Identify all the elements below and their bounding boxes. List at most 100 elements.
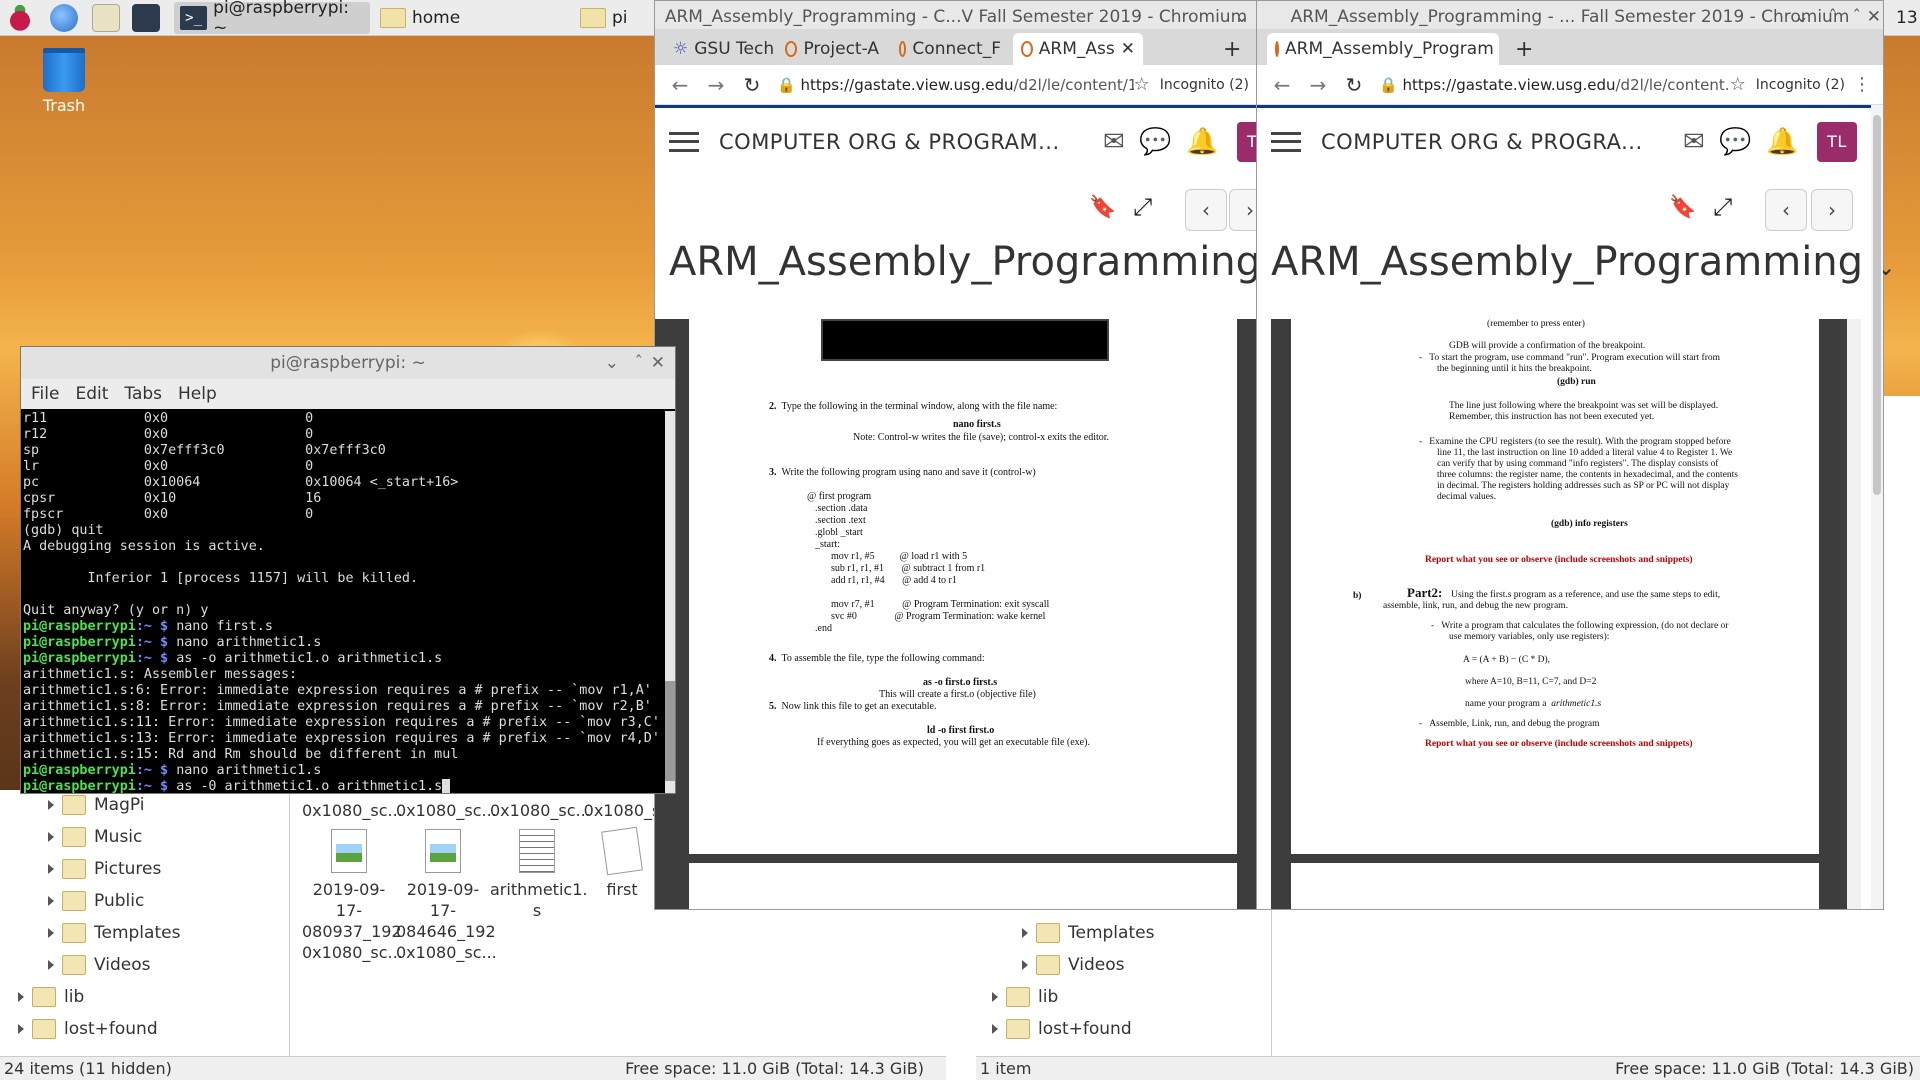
- tab-gsu-tech[interactable]: ☼ GSU Tech: [665, 33, 773, 65]
- tree-item-templates[interactable]: Templates: [1022, 918, 1154, 948]
- tree-item-templates[interactable]: Templates: [48, 918, 180, 948]
- terminal-line: Inferior 1 [process 1157] will be killed…: [23, 571, 419, 586]
- file-item-arithmetic1[interactable]: 0x1080_sc... arithmetic1. s: [490, 800, 591, 921]
- incognito-indicator[interactable]: Incognito (2): [1160, 77, 1249, 93]
- web-browser-icon[interactable]: [50, 4, 78, 32]
- bell-icon[interactable]: 🔔: [1766, 127, 1799, 157]
- star-icon[interactable]: ☆: [1730, 74, 1746, 95]
- terminal-scrollbar[interactable]: [665, 411, 675, 793]
- free-space: Free space: 11.0 GiB (Total: 14.3 GiB): [1615, 1059, 1914, 1078]
- document-title[interactable]: ARM_Assembly_Programming ⌄: [669, 239, 1294, 285]
- forward-arrow-icon[interactable]: →: [705, 73, 727, 97]
- maximize-icon[interactable]: ˆ: [1853, 7, 1862, 27]
- folder-icon: [32, 987, 56, 1007]
- previous-topic-button[interactable]: ‹: [1765, 189, 1807, 231]
- new-tab-button[interactable]: +: [1215, 33, 1251, 65]
- avatar[interactable]: TL: [1817, 121, 1857, 162]
- course-title[interactable]: COMPUTER ORG & PROGRA...: [1321, 130, 1669, 154]
- tab-connect[interactable]: Connect_F: [891, 33, 1009, 65]
- tree-item-videos[interactable]: Videos: [1022, 950, 1125, 980]
- url-field[interactable]: 🔒 https://gastate.view.usg.edu/d2l/le/co…: [777, 76, 1134, 94]
- free-space: Free space: 11.0 GiB (Total: 14.3 GiB): [625, 1059, 924, 1078]
- bookmark-icon[interactable]: 🔖: [1669, 195, 1696, 220]
- menu-help[interactable]: Help: [178, 384, 217, 404]
- hamburger-menu-icon[interactable]: [1271, 131, 1301, 152]
- fullscreen-icon[interactable]: ⤢: [1713, 193, 1732, 221]
- bell-icon[interactable]: 🔔: [1186, 127, 1219, 157]
- tree-item-music[interactable]: Music: [48, 822, 142, 852]
- pdf-scrollbar[interactable]: [1847, 319, 1861, 909]
- chevron-down-icon[interactable]: ⌄: [1795, 7, 1809, 27]
- clock[interactable]: 13: [1896, 2, 1920, 34]
- tree-item-lib[interactable]: lib: [992, 982, 1058, 1012]
- tab-strip: ARM_Assembly_Program✕ +: [1257, 29, 1883, 65]
- menu-file[interactable]: File: [31, 384, 59, 404]
- previous-topic-button[interactable]: ‹: [1185, 189, 1227, 231]
- file-item[interactable]: 0x1080_sc... 2019-09-17- 084646_192 0x1080…: [396, 800, 497, 963]
- tree-item-pictures[interactable]: Pictures: [48, 854, 161, 884]
- page-scrollbar[interactable]: [1871, 105, 1883, 909]
- fm-left-tree: MagPi Music Pictures Public Templates Vi…: [0, 790, 290, 1056]
- terminal-output[interactable]: r11 0x0 0 r12 0x0 0 sp 0x7efff3c0 0x7efff3…: [23, 411, 663, 793]
- pictures-folder-icon: [62, 859, 86, 879]
- bookmark-icon[interactable]: 🔖: [1089, 195, 1116, 220]
- new-tab-button[interactable]: +: [1507, 33, 1543, 65]
- pdf-viewer[interactable]: (remember to press enter) GDB will provi…: [1271, 319, 1861, 909]
- back-arrow-icon[interactable]: ←: [1271, 73, 1293, 97]
- fm-right-statusbar: 1 item Free space: 11.0 GiB (Total: 14.3…: [976, 1056, 1920, 1080]
- document-title[interactable]: ARM_Assembly_Programming ⌄: [1271, 239, 1896, 285]
- mail-icon[interactable]: ✉: [1103, 127, 1125, 157]
- incognito-indicator[interactable]: Incognito (2): [1756, 77, 1845, 93]
- task-home[interactable]: home: [374, 2, 572, 34]
- close-window-icon[interactable]: ✕: [1867, 7, 1881, 27]
- pdf-viewer[interactable]: 2. Type the following in the terminal wi…: [655, 319, 1259, 909]
- task-pi[interactable]: pi: [574, 2, 654, 34]
- hamburger-menu-icon[interactable]: [669, 131, 699, 152]
- maximize-icon[interactable]: ˆ: [635, 353, 644, 373]
- file-item-first[interactable]: 0x1080_s first: [582, 800, 662, 900]
- terminal-window[interactable]: pi@raspberrypi: ~ ⌄ ˆ ✕ File Edit Tabs H…: [20, 346, 676, 794]
- fullscreen-icon[interactable]: ⤢: [1133, 193, 1152, 221]
- chevron-down-icon[interactable]: ⌄: [605, 353, 619, 373]
- trash-desktop-item[interactable]: Trash: [34, 48, 94, 115]
- course-title[interactable]: COMPUTER ORG & PROGRAM...: [719, 130, 1089, 154]
- menu-edit[interactable]: Edit: [75, 384, 108, 404]
- star-icon[interactable]: ☆: [1134, 74, 1150, 95]
- raspberry-menu-icon[interactable]: [6, 4, 34, 32]
- back-arrow-icon[interactable]: ←: [669, 73, 691, 97]
- chat-icon[interactable]: 💬: [1719, 127, 1752, 157]
- file-manager-launcher-icon[interactable]: [92, 4, 120, 32]
- mail-icon[interactable]: ✉: [1683, 127, 1705, 157]
- pdf-next-page: [1291, 863, 1819, 909]
- kebab-menu-icon[interactable]: ⋮: [1853, 74, 1871, 95]
- music-folder-icon: [62, 827, 86, 847]
- tab-arm-assembly[interactable]: ARM_Assembly_Program✕: [1267, 33, 1499, 65]
- tree-item-lost-found[interactable]: lost+found: [992, 1014, 1132, 1044]
- reload-icon[interactable]: ↻: [741, 73, 763, 97]
- scrollbar-thumb: [1873, 115, 1881, 495]
- terminal-cursor: [442, 779, 451, 793]
- terminal-line: r11 0x0 0: [23, 411, 314, 426]
- reload-icon[interactable]: ↻: [1343, 73, 1365, 97]
- terminal-line: Quit anyway? (y or n) y: [23, 603, 209, 618]
- file-item[interactable]: 0x1080_sc... 2019-09-17- 080937_192 0x1080…: [302, 800, 403, 963]
- next-topic-button[interactable]: ›: [1811, 189, 1853, 231]
- tree-item-videos[interactable]: Videos: [48, 950, 151, 980]
- url-field[interactable]: 🔒 https://gastate.view.usg.edu/d2l/le/co…: [1379, 76, 1730, 94]
- tree-item-public[interactable]: Public: [48, 886, 144, 916]
- minimize-icon[interactable]: ˆ: [1829, 7, 1838, 27]
- terminal-launcher-icon[interactable]: [132, 4, 160, 32]
- tab-project-a[interactable]: Project-A: [777, 33, 887, 65]
- close-window-icon[interactable]: ✕: [651, 353, 665, 373]
- terminal-line: lr 0x0 0: [23, 459, 314, 474]
- tree-item-lib[interactable]: lib: [18, 982, 84, 1012]
- chat-icon[interactable]: 💬: [1139, 127, 1172, 157]
- menu-tabs[interactable]: Tabs: [124, 384, 162, 404]
- executable-file-icon: [601, 826, 643, 876]
- tree-item-lost-found[interactable]: lost+found: [18, 1014, 158, 1044]
- forward-arrow-icon[interactable]: →: [1307, 73, 1329, 97]
- tree-item-magpi[interactable]: MagPi: [48, 790, 144, 820]
- task-terminal[interactable]: >_ pi@raspberrypi: ~: [174, 0, 370, 38]
- tab-arm-assembly[interactable]: ARM_Ass ✕: [1013, 33, 1143, 65]
